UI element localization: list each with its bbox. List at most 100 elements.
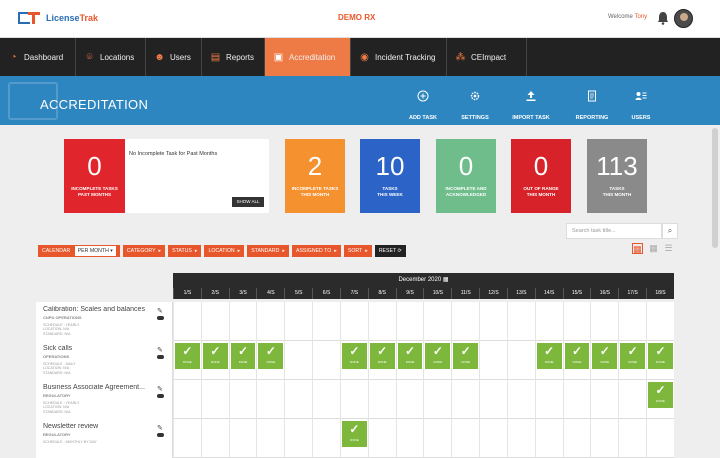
standard-filter[interactable]: STANDARD ▸ xyxy=(247,245,289,257)
category-filter[interactable]: CATEGORY ▸ xyxy=(122,245,166,257)
nav-item-ceimpact[interactable]: ⁂ CEImpact xyxy=(447,38,527,76)
day-cell[interactable] xyxy=(312,419,340,458)
reset-button[interactable]: RESET ⟳ xyxy=(374,245,406,257)
day-cell[interactable]: ✓ DONE xyxy=(339,419,368,458)
day-cell[interactable] xyxy=(395,380,424,419)
task-title[interactable]: Newsletter review xyxy=(43,423,158,430)
day-cell[interactable] xyxy=(284,380,312,419)
completed-badge[interactable]: ✓ DONE xyxy=(230,343,256,369)
completed-badge[interactable]: ✓ DONE xyxy=(202,343,228,369)
completed-badge[interactable]: ✓ DONE xyxy=(620,343,646,369)
day-cell[interactable] xyxy=(479,341,507,380)
day-cell[interactable]: ✓ DONE xyxy=(395,341,424,380)
completed-badge[interactable]: ✓ DONE xyxy=(397,343,423,369)
logo[interactable]: LicenseTrak xyxy=(18,12,98,24)
day-cell[interactable] xyxy=(395,302,424,341)
day-cell[interactable] xyxy=(367,302,396,341)
day-cell[interactable] xyxy=(562,419,591,458)
day-cell[interactable]: ✓ DONE xyxy=(534,341,563,380)
day-cell[interactable] xyxy=(367,380,396,419)
day-cell[interactable]: ✓ DONE xyxy=(256,341,284,380)
nav-item-accreditation[interactable]: ▣ Accreditation xyxy=(265,38,351,76)
day-cell[interactable] xyxy=(284,419,312,458)
completed-badge[interactable]: ✓ DONE xyxy=(341,343,367,369)
day-cell[interactable] xyxy=(312,302,340,341)
day-cell[interactable] xyxy=(395,419,424,458)
nav-item-locations[interactable]: ⌾ Locations xyxy=(76,38,146,76)
day-cell[interactable] xyxy=(284,302,312,341)
completed-badge[interactable]: ✓ DONE xyxy=(425,343,451,369)
day-cell[interactable] xyxy=(256,419,284,458)
day-cell[interactable] xyxy=(312,380,340,419)
location-filter[interactable]: LOCATION ▸ xyxy=(204,245,245,257)
day-cell[interactable] xyxy=(200,302,229,341)
users-button[interactable]: USERS xyxy=(616,90,666,124)
day-cell[interactable]: ✓ DONE xyxy=(339,341,368,380)
incomplete-past-card[interactable]: 0 INCOMPLETE TASKS PAST MONTHS xyxy=(64,139,125,213)
day-cell[interactable]: ✓ DONE xyxy=(200,341,229,380)
day-cell[interactable] xyxy=(339,302,368,341)
day-cell[interactable] xyxy=(646,302,674,341)
completed-badge[interactable]: ✓ DONE xyxy=(648,343,673,369)
completed-badge[interactable]: ✓ DONE xyxy=(341,421,367,447)
nav-item-users[interactable]: ☻ Users xyxy=(146,38,202,76)
day-cell[interactable]: ✓ DONE xyxy=(228,341,257,380)
pencil-icon[interactable]: ✎ xyxy=(157,424,163,432)
calendar-period-select[interactable]: PER MONTH ▾ xyxy=(74,246,116,256)
completed-badge[interactable]: ✓ DONE xyxy=(369,343,395,369)
bell-icon[interactable] xyxy=(657,11,669,25)
day-cell[interactable] xyxy=(590,302,618,341)
day-cell[interactable]: ✓ DONE xyxy=(423,341,451,380)
incomplete-acknowledged-card[interactable]: 0 INCOMPLETE AND ACKNOWLEDGED xyxy=(436,139,496,213)
day-cell[interactable] xyxy=(256,380,284,419)
day-cell[interactable] xyxy=(256,302,284,341)
day-cell[interactable] xyxy=(534,302,563,341)
day-cell[interactable] xyxy=(506,419,535,458)
reporting-button[interactable]: REPORTING xyxy=(567,90,617,124)
nav-item-dashboard[interactable]: ◔ Dashboard xyxy=(0,38,76,76)
settings-button[interactable]: SETTINGS xyxy=(450,90,500,124)
scrollbar[interactable] xyxy=(712,128,718,248)
day-cell[interactable]: ✓ DONE xyxy=(618,341,646,380)
day-cell[interactable] xyxy=(423,380,451,419)
toggle-icon[interactable] xyxy=(157,355,164,359)
completed-badge[interactable]: ✓ DONE xyxy=(536,343,562,369)
toggle-icon[interactable] xyxy=(157,394,164,398)
import-task-button[interactable]: IMPORT TASK xyxy=(506,90,556,124)
day-cell[interactable] xyxy=(618,302,646,341)
day-cell[interactable] xyxy=(173,302,201,341)
out-of-range-card[interactable]: 0 OUT OF RANGE THIS MONTH xyxy=(511,139,571,213)
avatar[interactable] xyxy=(674,9,693,28)
add-task-button[interactable]: ADD TASK xyxy=(398,90,448,124)
task-title[interactable]: Business Associate Agreement... xyxy=(43,384,158,391)
completed-badge[interactable]: ✓ DONE xyxy=(564,343,590,369)
day-cell[interactable]: ✓ DONE xyxy=(590,341,618,380)
day-cell[interactable] xyxy=(228,419,257,458)
user-name[interactable]: Tony xyxy=(634,14,647,20)
incomplete-month-card[interactable]: 2 INCOMPLETE TASKS THIS MONTH xyxy=(285,139,345,213)
completed-badge[interactable]: ✓ DONE xyxy=(648,382,673,408)
day-cell[interactable]: ✓ DONE xyxy=(646,380,674,419)
day-cell[interactable] xyxy=(562,302,591,341)
day-cell[interactable] xyxy=(562,380,591,419)
toggle-icon[interactable] xyxy=(157,433,164,437)
task-title[interactable]: Calibration: Scales and balances xyxy=(43,306,158,313)
day-cell[interactable] xyxy=(506,341,535,380)
day-cell[interactable]: ✓ DONE xyxy=(367,341,396,380)
day-cell[interactable] xyxy=(506,302,535,341)
completed-badge[interactable]: ✓ DONE xyxy=(453,343,479,369)
day-cell[interactable] xyxy=(590,419,618,458)
search-input[interactable]: Search task title... xyxy=(566,223,662,239)
day-cell[interactable] xyxy=(618,380,646,419)
day-cell[interactable]: ✓ DONE xyxy=(646,341,674,380)
day-cell[interactable] xyxy=(646,419,674,458)
pencil-icon[interactable]: ✎ xyxy=(157,385,163,393)
day-cell[interactable] xyxy=(339,380,368,419)
day-cell[interactable] xyxy=(534,380,563,419)
day-cell[interactable] xyxy=(367,419,396,458)
calendar-view-icon[interactable]: ▦ xyxy=(632,243,643,254)
day-cell[interactable] xyxy=(173,419,201,458)
day-cell[interactable]: ✓ DONE xyxy=(173,341,201,380)
day-cell[interactable]: ✓ DONE xyxy=(451,341,479,380)
day-cell[interactable] xyxy=(284,341,312,380)
